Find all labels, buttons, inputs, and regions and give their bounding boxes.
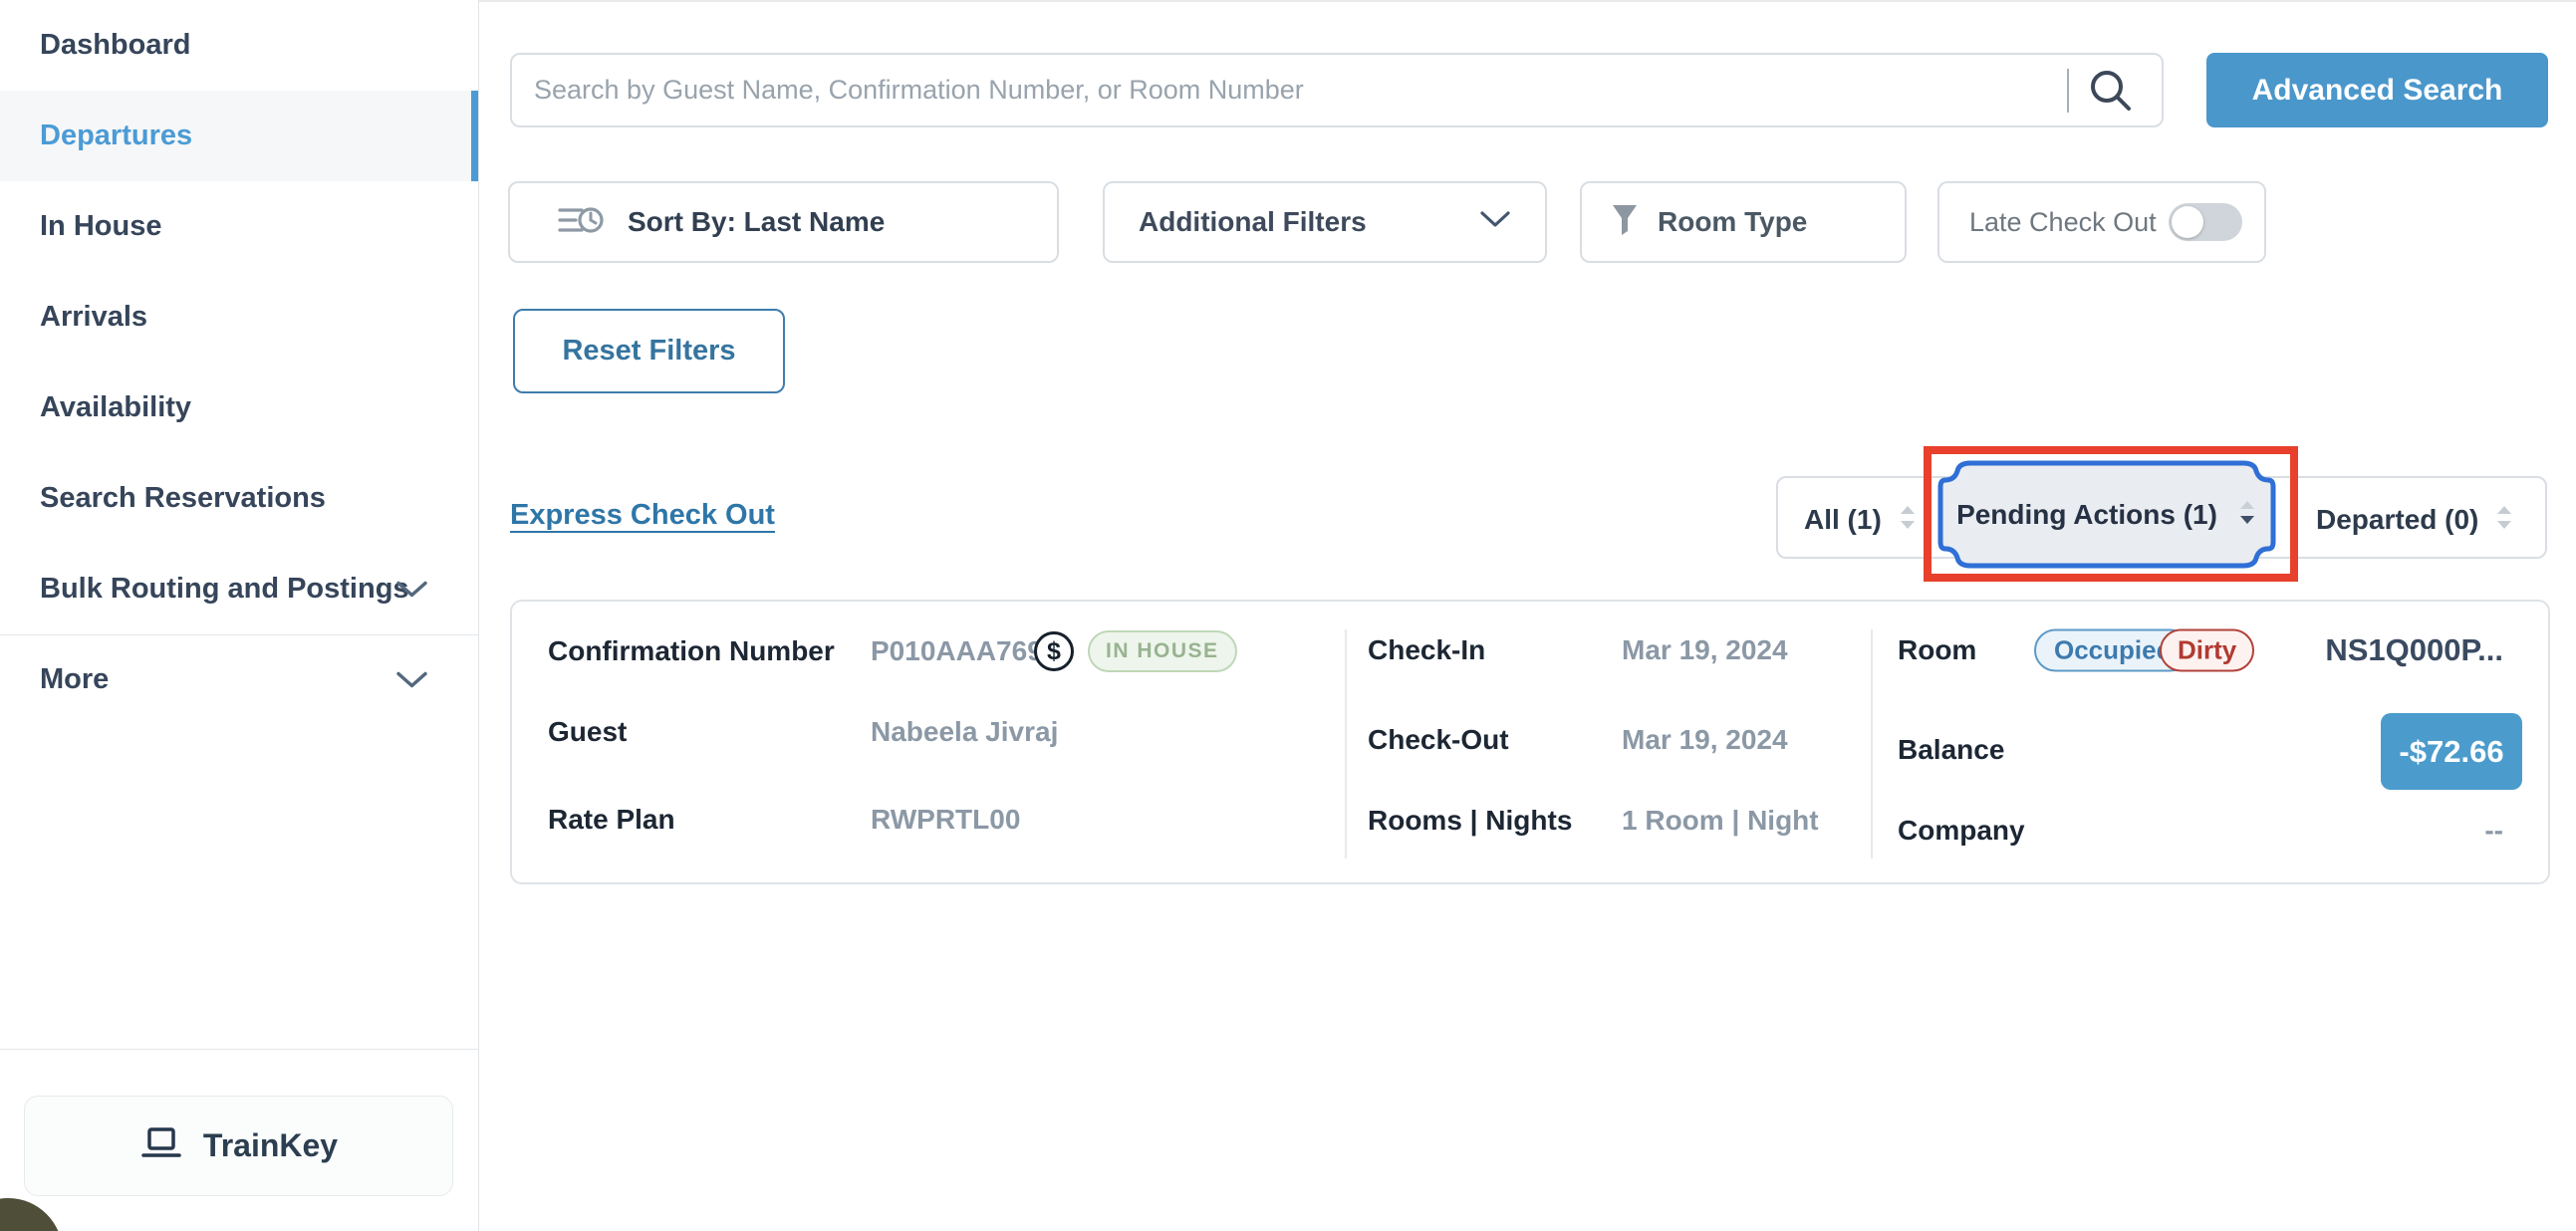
room-type-filter[interactable]: Room Type: [1580, 181, 1907, 263]
rate-plan-value: RWPRTL00: [871, 804, 1020, 836]
advanced-search-button[interactable]: Advanced Search: [2206, 53, 2548, 127]
reservation-card: Confirmation Number P010AAA769 $ IN HOUS…: [510, 600, 2550, 884]
sidebar-item-label: Search Reservations: [40, 482, 326, 515]
sidebar-item-label: In House: [40, 210, 161, 243]
check-in-label: Check-In: [1368, 634, 1485, 666]
toggle-knob: [2172, 206, 2203, 238]
active-indicator-bar: [471, 91, 478, 181]
sort-arrows-icon: [2494, 504, 2514, 536]
room-type-label: Room Type: [1658, 206, 1807, 238]
sidebar-item-bulk-routing[interactable]: Bulk Routing and Postings: [0, 544, 478, 634]
card-divider: [1871, 629, 1873, 859]
rooms-nights-value: 1 Room | Night: [1622, 805, 1819, 837]
room-label: Room: [1898, 634, 1976, 666]
chevron-down-icon: [1479, 210, 1511, 234]
folio-dollar-icon[interactable]: $: [1034, 631, 1074, 671]
sidebar-item-label: Bulk Routing and Postings: [40, 573, 409, 606]
trainkey-label: TrainKey: [203, 1127, 338, 1164]
guest-value: Nabeela Jivraj: [871, 716, 1058, 748]
sort-arrows-icon: [1898, 504, 1918, 536]
sort-by-dropdown[interactable]: Sort By: Last Name: [508, 181, 1059, 263]
tab-departed[interactable]: Departed (0): [2316, 478, 2514, 561]
tab-departed-label: Departed (0): [2316, 504, 2478, 536]
sidebar-item-label: More: [40, 663, 109, 696]
confirmation-number-label: Confirmation Number: [548, 635, 835, 667]
sidebar-item-more[interactable]: More: [0, 634, 478, 725]
late-check-out-toggle[interactable]: [2169, 203, 2242, 241]
search-separator: [2067, 69, 2069, 113]
sidebar: Dashboard Departures In House Arrivals A…: [0, 0, 479, 1231]
rooms-nights-label: Rooms | Nights: [1368, 805, 1572, 837]
search-icon[interactable]: [2086, 66, 2136, 116]
company-label: Company: [1898, 815, 2025, 847]
rate-plan-label: Rate Plan: [548, 804, 675, 836]
check-out-label: Check-Out: [1368, 724, 1509, 756]
search-input[interactable]: [510, 53, 2164, 127]
funnel-icon: [1612, 204, 1638, 241]
departures-page: Dashboard Departures In House Arrivals A…: [0, 0, 2576, 1231]
sidebar-item-label: Availability: [40, 391, 191, 424]
late-check-out-filter: Late Check Out: [1937, 181, 2266, 263]
in-house-status-badge: IN HOUSE: [1088, 630, 1237, 672]
express-check-out-link[interactable]: Express Check Out: [510, 499, 775, 532]
guest-label: Guest: [548, 716, 627, 748]
sidebar-item-search-reservations[interactable]: Search Reservations: [0, 453, 478, 544]
balance-label: Balance: [1898, 734, 2004, 766]
company-value: --: [2484, 815, 2503, 847]
sidebar-footer-divider: [0, 1049, 479, 1050]
sidebar-item-label: Dashboard: [40, 29, 190, 62]
late-check-out-label: Late Check Out: [1969, 207, 2157, 238]
confirmation-number-value: P010AAA769: [871, 635, 1043, 667]
sidebar-item-label: Departures: [40, 120, 192, 152]
sort-arrows-icon: [2237, 499, 2257, 531]
sidebar-item-departures[interactable]: Departures: [0, 91, 478, 181]
chevron-down-icon: [396, 663, 427, 696]
tab-pending-actions[interactable]: Pending Actions (1): [1936, 459, 2277, 570]
sidebar-item-availability[interactable]: Availability: [0, 363, 478, 453]
additional-filters-label: Additional Filters: [1139, 206, 1367, 238]
sort-by-label: Sort By: Last Name: [628, 206, 885, 238]
laptop-icon: [139, 1126, 183, 1165]
check-out-value: Mar 19, 2024: [1622, 724, 1788, 756]
tab-pending-actions-label: Pending Actions (1): [1956, 499, 2217, 531]
reset-filters-button[interactable]: Reset Filters: [513, 309, 785, 393]
room-dirty-badge: Dirty: [2160, 629, 2254, 672]
additional-filters-dropdown[interactable]: Additional Filters: [1103, 181, 1547, 263]
balance-badge[interactable]: -$72.66: [2381, 713, 2522, 790]
sidebar-item-dashboard[interactable]: Dashboard: [0, 0, 478, 91]
check-in-value: Mar 19, 2024: [1622, 634, 1788, 666]
tab-all-label: All (1): [1804, 504, 1882, 536]
sort-history-icon: [558, 202, 606, 243]
card-divider: [1345, 629, 1347, 859]
tab-all[interactable]: All (1): [1804, 478, 1918, 561]
room-number-value: NS1Q000P...: [2325, 632, 2503, 668]
trainkey-button[interactable]: TrainKey: [24, 1096, 453, 1196]
chevron-down-icon: [396, 573, 427, 606]
sidebar-item-label: Arrivals: [40, 301, 147, 334]
sidebar-item-arrivals[interactable]: Arrivals: [0, 272, 478, 363]
balance-value: -$72.66: [2399, 734, 2503, 770]
sidebar-item-in-house[interactable]: In House: [0, 181, 478, 272]
